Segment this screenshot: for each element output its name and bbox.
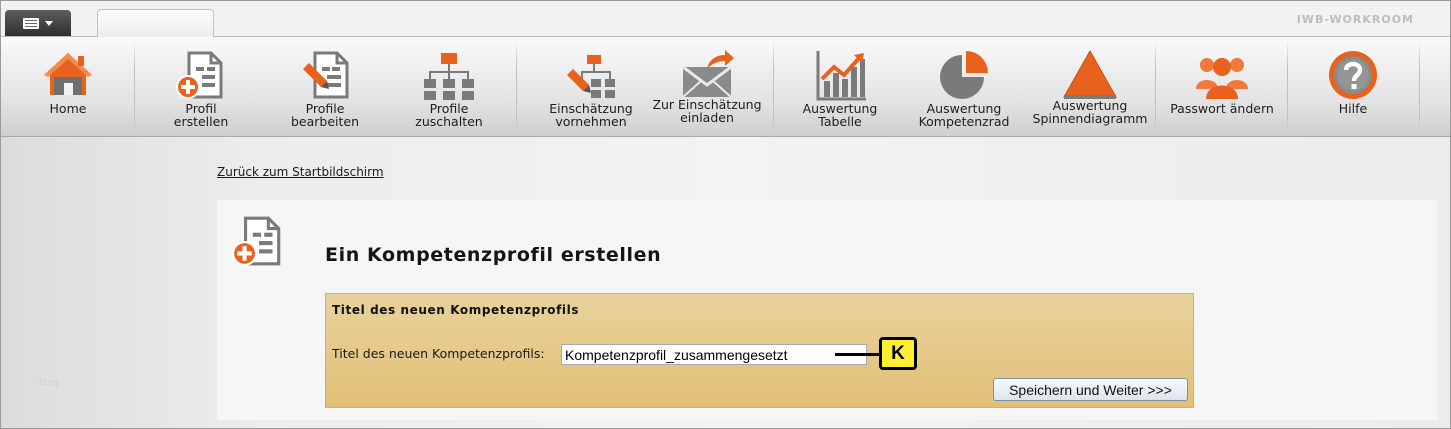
users-icon	[1196, 58, 1248, 99]
assessment-icon	[567, 55, 615, 98]
toolbar-auswertung-spinnendiagramm[interactable]: Auswertung Spinnendiagramm	[1028, 37, 1152, 137]
toolbar-separator	[1155, 39, 1156, 135]
toolbar-passwort-label: Passwort ändern	[1170, 101, 1274, 116]
toolbar-separator	[134, 39, 135, 135]
blog-label: blog	[39, 378, 59, 388]
pie-chart-icon	[940, 51, 988, 99]
toolbar-einschaetzung-label-2: vornehmen	[555, 114, 627, 129]
save-and-continue-button[interactable]: Speichern und Weiter >>>	[993, 378, 1188, 401]
toolbar-auswertung-tabelle[interactable]: Auswertung Tabelle	[790, 37, 890, 137]
tab-empty[interactable]	[97, 9, 214, 37]
toolbar-kompetenzrad-label-2: Kompetenzrad	[918, 114, 1010, 129]
profile-title-label: Titel des neuen Kompetenzprofils:	[332, 346, 545, 361]
main-toolbar: Home Profil erstellen Profile bearbeiten…	[1, 37, 1450, 137]
toolbar-einschaetzung-vornehmen[interactable]: Einschätzung vornehmen	[531, 37, 651, 137]
hierarchy-icon	[424, 53, 474, 100]
profile-title-input[interactable]	[561, 344, 867, 365]
toolbar-passwort-aendern[interactable]: Passwort ändern	[1162, 37, 1282, 137]
invite-mail-icon	[682, 50, 734, 98]
toolbar-profile-zuschalten[interactable]: Profile zuschalten	[399, 37, 499, 137]
toolbar-auswertung-kompetenzrad[interactable]: Auswertung Kompetenzrad	[914, 37, 1014, 137]
toolbar-profile-bearbeiten-label-2: bearbeiten	[290, 114, 360, 129]
toolbar-hilfe-label: Hilfe	[1338, 101, 1368, 116]
toolbar-home-label: Home	[49, 101, 87, 116]
toolbar-tabelle-label-2: Tabelle	[818, 114, 862, 129]
toolbar-separator	[1287, 39, 1288, 135]
content-panel: Ein Kompetenzprofil erstellen Titel des …	[217, 200, 1437, 420]
brand-label: IWB-WORKROOM	[1296, 13, 1414, 26]
toolbar-profil-erstellen[interactable]: Profil erstellen	[151, 37, 251, 137]
profile-title-form: Titel des neuen Kompetenzprofils Titel d…	[325, 293, 1194, 408]
form-section-title: Titel des neuen Kompetenzprofils	[332, 303, 580, 317]
toolbar-profile-zuschalten-label-2: zuschalten	[415, 114, 483, 129]
annotation-marker-line	[835, 353, 881, 356]
toolbar-separator	[516, 39, 517, 135]
toolbar-profil-erstellen-label-2: erstellen	[173, 114, 229, 129]
toolbar-einschaetzung-einladen[interactable]: Zur Einschätzung einladen	[647, 37, 767, 137]
annotation-marker-badge: K	[879, 337, 917, 370]
back-to-start-link[interactable]: Zurück zum Startbildschirm	[217, 165, 384, 179]
toolbar-home[interactable]: Home	[21, 37, 115, 137]
menu-icon	[23, 17, 39, 29]
main-menu-button[interactable]	[5, 10, 71, 36]
toolbar-profile-bearbeiten[interactable]: Profile bearbeiten	[275, 37, 375, 137]
chevron-down-icon	[45, 20, 53, 26]
toolbar-spinnendiagramm-label-2: Spinnendiagramm	[1032, 111, 1148, 126]
triangle-chart-icon	[1063, 49, 1117, 99]
profile-edit-icon	[303, 51, 349, 99]
top-bar: IWB-WORKROOM	[1, 1, 1450, 37]
app-window: IWB-WORKROOM Home Profil erstellen Profi…	[0, 0, 1451, 429]
toolbar-hilfe[interactable]: Hilfe	[1303, 37, 1403, 137]
help-icon	[1329, 51, 1377, 99]
home-icon	[44, 53, 92, 95]
toolbar-separator	[1419, 39, 1420, 135]
page-title: Ein Kompetenzprofil erstellen	[325, 244, 662, 266]
toolbar-einladen-label-2: einladen	[680, 110, 734, 125]
profile-add-icon	[232, 216, 281, 266]
chart-table-icon	[816, 51, 866, 101]
profile-add-icon	[176, 51, 223, 99]
toolbar-separator	[773, 39, 774, 135]
